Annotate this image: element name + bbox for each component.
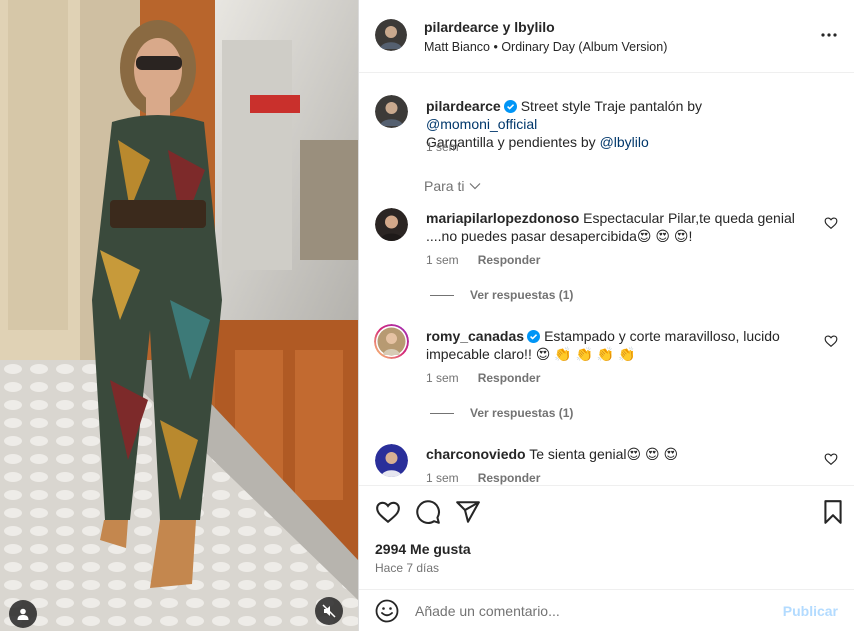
- comment-text: romy_canadas Estampado y corte maravillos…: [426, 327, 808, 363]
- caption-username[interactable]: pilardearce: [426, 98, 501, 114]
- audio-track[interactable]: Matt Bianco • Ordinary Day (Album Versio…: [424, 40, 667, 54]
- post-date[interactable]: Hace 7 días: [375, 561, 439, 575]
- view-replies-label: Ver respuestas (1): [470, 406, 574, 420]
- like-heart-icon[interactable]: [375, 499, 401, 525]
- divider-line: [430, 294, 454, 296]
- verified-badge-icon: [503, 100, 517, 113]
- post-comment-button[interactable]: Publicar: [783, 603, 838, 619]
- comment-time[interactable]: 1 sem: [426, 471, 459, 485]
- mute-button[interactable]: [315, 597, 343, 625]
- filter-label: Para ti: [424, 178, 465, 194]
- caption-time[interactable]: 1 sem: [426, 140, 459, 154]
- caption-mention-1[interactable]: @momoni_official: [426, 116, 537, 132]
- post-actions: 2994 Me gusta Hace 7 días: [359, 485, 854, 589]
- comment-text: charconoviedo Te sienta genial😍 😍 😍: [426, 445, 808, 463]
- speaker-muted-icon: [322, 604, 336, 618]
- add-comment-bar: Publicar: [359, 589, 854, 631]
- share-paper-plane-icon[interactable]: [455, 499, 481, 525]
- comment-filter-dropdown[interactable]: Para ti: [424, 178, 481, 194]
- comment-time[interactable]: 1 sem: [426, 253, 459, 267]
- save-bookmark-icon[interactable]: [820, 499, 846, 525]
- verified-badge-icon: [527, 330, 541, 343]
- user-icon: [17, 608, 29, 620]
- like-comment-heart-icon[interactable]: [824, 216, 838, 230]
- comment-meta: 1 sem Responder: [426, 471, 540, 485]
- comment-username[interactable]: mariapilarlopezdonoso: [426, 210, 579, 226]
- like-count[interactable]: 2994 Me gusta: [375, 541, 471, 557]
- like-comment-heart-icon[interactable]: [824, 334, 838, 348]
- post-video-frame: [0, 0, 358, 631]
- comment-username[interactable]: charconoviedo: [426, 446, 526, 462]
- comments-list[interactable]: pilardearce Street style Traje pantalón b…: [359, 73, 854, 485]
- post-header: pilardearce y lbylilo Matt Bianco • Ordi…: [359, 0, 854, 73]
- commenter-avatar[interactable]: [374, 324, 409, 359]
- emoji-smiley-icon[interactable]: [375, 599, 399, 623]
- collab-authors[interactable]: pilardearce y lbylilo: [424, 19, 667, 35]
- more-horizontal-icon: [821, 33, 837, 37]
- caption-text: pilardearce Street style Traje pantalón b…: [426, 97, 808, 151]
- comment-username[interactable]: romy_canadas: [426, 328, 524, 344]
- caption-avatar[interactable]: [375, 95, 408, 128]
- view-replies-label: Ver respuestas (1): [470, 288, 574, 302]
- reply-button[interactable]: Responder: [478, 253, 541, 267]
- post-details-panel: pilardearce y lbylilo Matt Bianco • Ordi…: [358, 0, 854, 631]
- reply-button[interactable]: Responder: [478, 371, 541, 385]
- divider-line: [430, 412, 454, 414]
- chevron-down-icon: [470, 183, 481, 190]
- caption-text-1: Street style Traje pantalón by: [520, 98, 703, 114]
- comment-time[interactable]: 1 sem: [426, 371, 459, 385]
- comment-meta: 1 sem Responder: [426, 371, 540, 385]
- view-replies-button[interactable]: Ver respuestas (1): [430, 288, 573, 302]
- commenter-avatar[interactable]: [375, 444, 408, 477]
- author-avatar[interactable]: [375, 19, 407, 51]
- view-replies-button[interactable]: Ver respuestas (1): [430, 406, 573, 420]
- tagged-users-button[interactable]: [9, 600, 37, 628]
- comment-body: Te sienta genial😍 😍 😍: [529, 446, 679, 462]
- comment-bubble-icon[interactable]: [415, 499, 441, 525]
- caption-mention-2[interactable]: @lbylilo: [600, 134, 649, 150]
- comment-text: mariapilarlopezdonoso Espectacular Pilar…: [426, 209, 808, 245]
- comment-meta: 1 sem Responder: [426, 253, 540, 267]
- commenter-avatar[interactable]: [375, 208, 408, 241]
- post-media[interactable]: [0, 0, 358, 631]
- comment-input[interactable]: [415, 602, 783, 619]
- caption-meta: 1 sem: [426, 140, 459, 154]
- more-options-button[interactable]: [820, 26, 838, 44]
- like-comment-heart-icon[interactable]: [824, 452, 838, 466]
- reply-button[interactable]: Responder: [478, 471, 541, 485]
